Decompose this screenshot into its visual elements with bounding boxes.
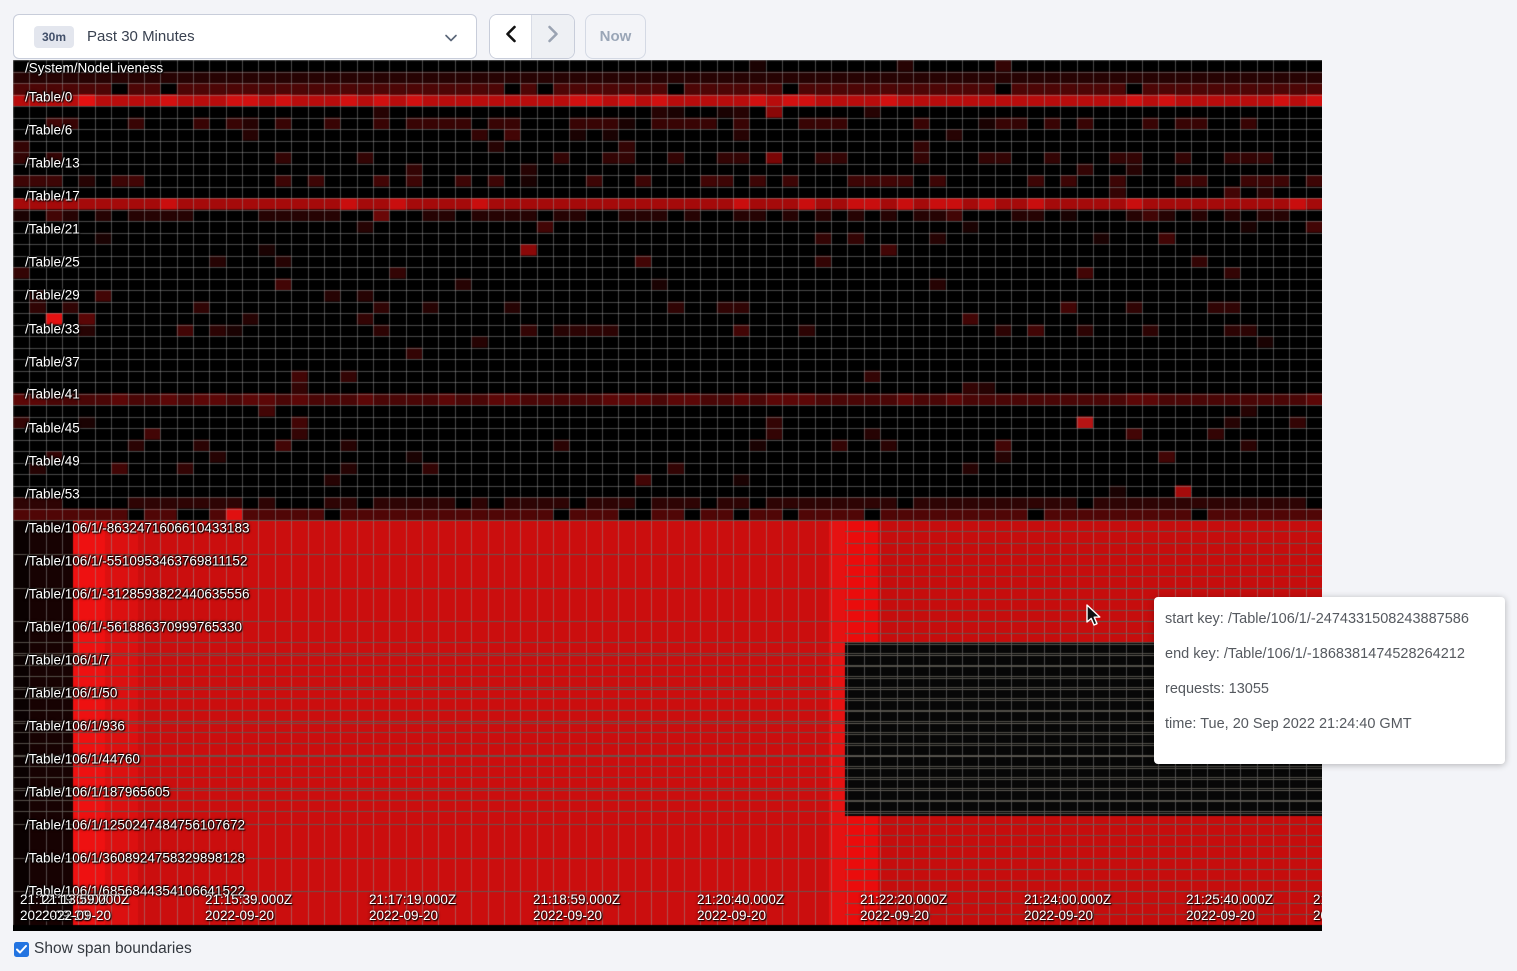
pager-back-button[interactable] <box>490 15 532 58</box>
span-boundaries-control: Show span boundaries <box>14 940 192 958</box>
chevron-left-icon <box>504 25 518 48</box>
tooltip-requests: requests: 13055 <box>1165 681 1495 697</box>
key-visualizer-heatmap[interactable]: /System/NodeLiveness/Table/0/Table/6/Tab… <box>13 60 1322 931</box>
now-button[interactable]: Now <box>585 14 646 59</box>
chevron-down-icon <box>444 31 458 49</box>
show-span-boundaries-label: Show span boundaries <box>34 940 192 958</box>
pager-forward-button[interactable] <box>532 15 574 58</box>
heatmap-canvas[interactable] <box>13 60 1322 931</box>
show-span-boundaries-checkbox[interactable] <box>14 942 29 957</box>
time-pager <box>489 14 575 59</box>
time-range-badge: 30m <box>34 26 74 48</box>
tooltip-time: time: Tue, 20 Sep 2022 21:24:40 GMT <box>1165 716 1495 732</box>
toolbar: 30m Past 30 Minutes Now <box>0 14 1517 60</box>
time-range-label: Past 30 Minutes <box>87 28 195 45</box>
chevron-right-icon <box>546 25 560 48</box>
tooltip-start-key: start key: /Table/106/1/-247433150824388… <box>1165 611 1495 627</box>
time-range-dropdown[interactable]: 30m Past 30 Minutes <box>13 14 477 59</box>
tooltip-end-key: end key: /Table/106/1/-18683814745282642… <box>1165 646 1495 662</box>
hover-tooltip: start key: /Table/106/1/-247433150824388… <box>1154 597 1505 764</box>
